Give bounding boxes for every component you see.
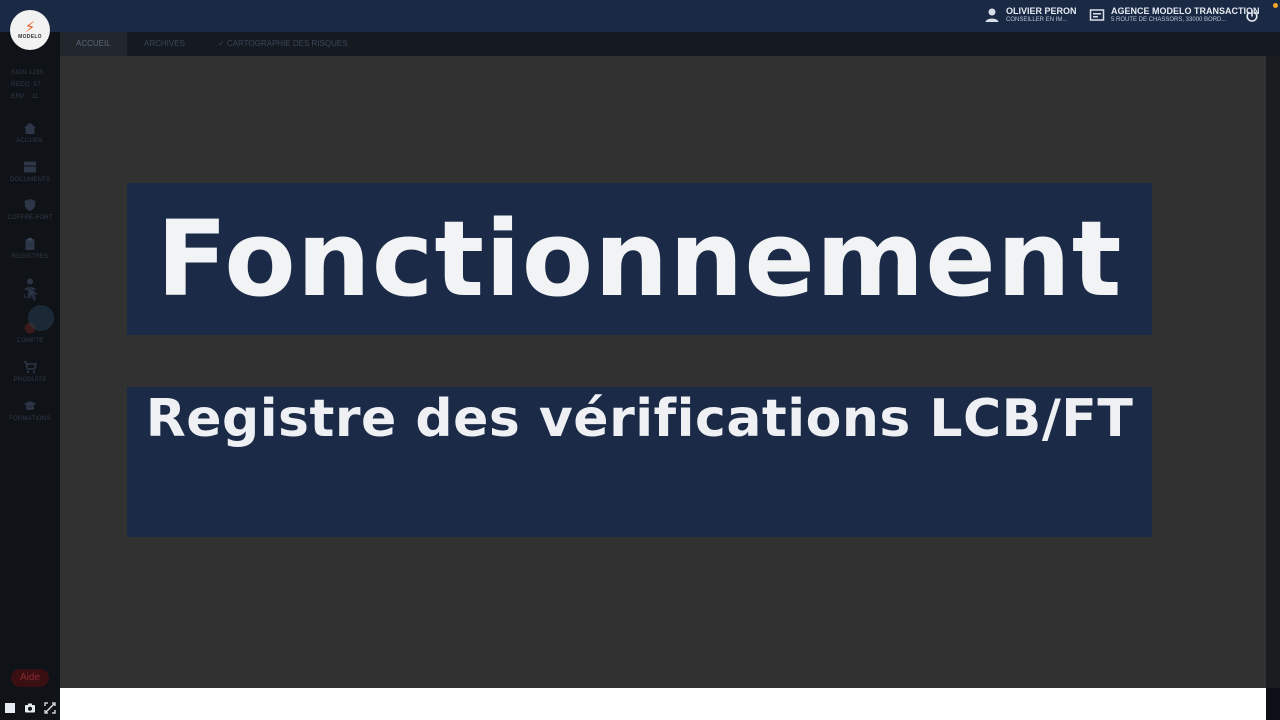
documents-icon <box>24 161 36 173</box>
scrollbar[interactable] <box>1266 56 1280 688</box>
logo-text: MODELO <box>18 34 42 40</box>
camera-icon[interactable] <box>24 702 36 714</box>
clipboard-icon <box>25 238 35 250</box>
user-icon <box>985 8 999 22</box>
help-button[interactable]: Aide <box>11 669 49 687</box>
sidebar-item-label: COMPTE <box>16 338 44 344</box>
agency-address: 5 ROUTE DE CHASSORS, 33000 BORD... <box>1111 17 1227 23</box>
sidebar-item-label: DOCUMENTS <box>9 177 51 183</box>
logo-bolt-icon: ⚡ <box>24 18 36 36</box>
stat-erp: ERP 11 <box>11 93 39 100</box>
stat-reco: RECO 57 <box>11 81 41 88</box>
user-profile[interactable]: OLIVIER PERON CONSEILLER EN IM... <box>984 6 1077 24</box>
power-icon[interactable] <box>1245 9 1259 23</box>
graduation-cap-icon <box>23 401 37 411</box>
top-bar: OLIVIER PERON CONSEILLER EN IM... AGENCE… <box>0 0 1280 32</box>
agency-info[interactable]: AGENCE MODELO TRANSACTION 5 ROUTE DE CHA… <box>1089 6 1260 24</box>
video-player[interactable] <box>60 56 1266 688</box>
sidebar-item-coffre-fort[interactable]: COFFRE-FORT <box>0 198 60 234</box>
video-title: Fonctionnement <box>156 198 1123 320</box>
sidebar-item-label: COFFRE-FORT <box>7 215 53 221</box>
tab-archives[interactable]: ARCHIVES <box>128 32 201 56</box>
cart-icon <box>24 361 37 374</box>
user-role: CONSEILLER EN IM... <box>1006 17 1068 23</box>
user-name: OLIVIER PERON <box>1006 6 1077 16</box>
bottom-toolbar <box>4 702 56 714</box>
video-subtitle-banner: Registre des vérifications LCB/FT <box>127 387 1152 537</box>
tab-cartographie-des-risques[interactable]: ✓ CARTOGRAPHIE DES RISQUES <box>202 32 364 56</box>
notification-dot <box>1273 3 1278 8</box>
sidebar: SIGN 1235 RECO 57 ERP 11 ACCUEIL DOCUMEN… <box>0 32 60 720</box>
stat-sign: SIGN 1235 <box>11 69 44 76</box>
sidebar-item-label: FORMATIONS <box>9 416 51 422</box>
sidebar-item-accueil[interactable]: ACCUEIL <box>0 121 60 157</box>
sidebar-item-label: REGISTRES <box>11 254 49 260</box>
sidebar-stats: SIGN 1235 RECO 57 ERP 11 <box>11 67 43 103</box>
home-icon <box>24 122 36 134</box>
footer-corner <box>1266 688 1280 720</box>
tab-bar: ACCUEIL ARCHIVES ✓ CARTOGRAPHIE DES RISQ… <box>60 32 1280 56</box>
agency-name: AGENCE MODELO TRANSACTION <box>1111 6 1260 16</box>
agency-icon <box>1089 9 1105 21</box>
sidebar-item-label: PRODUITS <box>13 377 47 383</box>
click-indicator <box>28 305 54 331</box>
expand-icon[interactable] <box>44 702 56 714</box>
window-icon[interactable] <box>4 702 16 714</box>
mouse-cursor-icon <box>27 285 40 302</box>
sidebar-item-formations[interactable]: FORMATIONS <box>0 399 60 435</box>
video-title-banner: Fonctionnement <box>127 183 1152 335</box>
footer-strip <box>60 688 1266 720</box>
video-subtitle: Registre des vérifications LCB/FT <box>145 389 1134 449</box>
tab-accueil[interactable]: ACCUEIL <box>60 32 127 56</box>
sidebar-item-documents[interactable]: DOCUMENTS <box>0 160 60 196</box>
sidebar-item-compte[interactable]: COMPTE <box>0 321 60 357</box>
sidebar-item-label: ACCUEIL <box>16 138 44 144</box>
app-logo[interactable]: ⚡ MODELO <box>10 10 50 50</box>
sidebar-item-produits[interactable]: PRODUITS <box>0 360 60 396</box>
sidebar-item-registres[interactable]: REGISTRES <box>0 237 60 273</box>
shield-icon <box>24 199 36 211</box>
